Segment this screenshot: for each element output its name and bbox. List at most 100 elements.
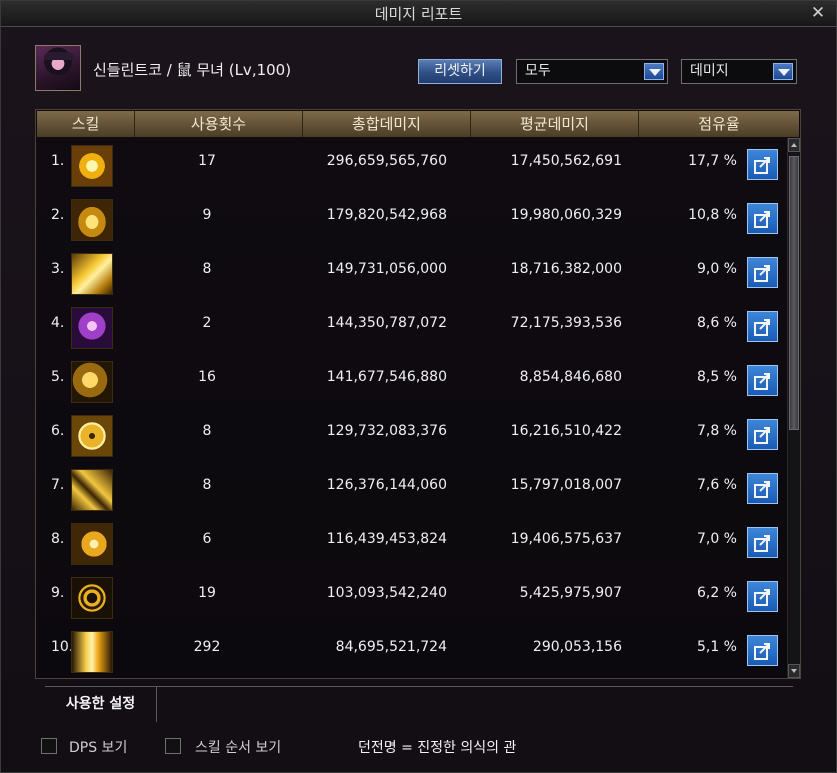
skill-wave-icon <box>71 199 113 241</box>
close-button[interactable]: ✕ <box>810 5 826 22</box>
average-damage-cell: 17,450,562,691 <box>510 153 622 169</box>
share-icon[interactable] <box>747 473 778 504</box>
title-bar[interactable]: 데미지 리포트 ✕ <box>1 1 836 27</box>
table-header: 스킬 사용횟수 총합데미지 평균데미지 점유율 <box>37 111 799 137</box>
total-damage-cell: 144,350,787,072 <box>326 315 447 331</box>
table-row: 9. 19 103,093,542,240 5,425,975,907 6,2 % <box>37 570 785 624</box>
table-row: 10. 292 84,695,521,724 290,053,156 5,1 % <box>37 624 785 678</box>
damage-table: 스킬 사용횟수 총합데미지 평균데미지 점유율 1. 17 296,659,565,… <box>35 109 801 679</box>
average-damage-cell: 16,216,510,422 <box>510 423 622 439</box>
share-cell: 7,0 % <box>696 531 737 547</box>
skill-beast-icon <box>71 523 113 565</box>
skill-cross-icon <box>71 469 113 511</box>
total-damage-cell: 129,732,083,376 <box>326 423 447 439</box>
total-damage-cell: 116,439,453,824 <box>326 531 447 547</box>
table-row: 1. 17 296,659,565,760 17,450,562,691 17,7 % <box>37 138 785 192</box>
skill-dragon-icon <box>71 361 113 403</box>
filter-dropdown[interactable]: 모두 <box>516 59 668 84</box>
use-count-cell: 8 <box>202 261 212 277</box>
share-icon[interactable] <box>747 257 778 288</box>
total-damage-cell: 149,731,056,000 <box>326 261 447 277</box>
header-count: 사용횟수 <box>135 111 303 137</box>
average-damage-cell: 290,053,156 <box>532 639 622 655</box>
share-cell: 7,6 % <box>696 477 737 493</box>
dungeon-name: 던전명 = 진정한 의식의 관 <box>358 740 517 756</box>
skill-spirit-icon <box>71 307 113 349</box>
character-header: 신들린트코 / 鼠 무녀 (Lv,100) 리셋하기 모두 데미지 <box>35 45 797 95</box>
use-count-cell: 8 <box>202 423 212 439</box>
share-icon[interactable] <box>747 581 778 612</box>
average-damage-cell: 8,854,846,680 <box>519 369 622 385</box>
table-row: 4. 2 144,350,787,072 72,175,393,536 8,6 % <box>37 300 785 354</box>
average-damage-cell: 19,980,060,329 <box>510 207 622 223</box>
skill-drum-icon <box>71 253 113 295</box>
use-count-cell: 2 <box>202 315 212 331</box>
skill-order-label: 스킬 순서 보기 <box>195 740 282 756</box>
skill-orb-icon <box>71 415 113 457</box>
use-count-cell: 6 <box>202 531 212 547</box>
filter-dropdown-value: 모두 <box>525 63 551 79</box>
share-icon[interactable] <box>747 419 778 450</box>
share-cell: 6,2 % <box>696 585 737 601</box>
used-settings-tab[interactable]: 사용한 설정 <box>45 687 157 722</box>
total-damage-cell: 103,093,542,240 <box>326 585 447 601</box>
skill-yinyang-icon <box>71 577 113 619</box>
metric-dropdown[interactable]: 데미지 <box>681 59 797 84</box>
skill-order-checkbox[interactable] <box>165 738 181 754</box>
use-count-cell: 8 <box>202 477 212 493</box>
total-damage-cell: 296,659,565,760 <box>326 153 447 169</box>
total-damage-cell: 84,695,521,724 <box>335 639 447 655</box>
header-average: 평균데미지 <box>471 111 639 137</box>
table-row: 6. 8 129,732,083,376 16,216,510,422 7,8 % <box>37 408 785 462</box>
window-title: 데미지 리포트 <box>374 5 463 23</box>
total-damage-cell: 126,376,144,060 <box>326 477 447 493</box>
total-damage-cell: 179,820,542,968 <box>326 207 447 223</box>
share-icon[interactable] <box>747 203 778 234</box>
average-damage-cell: 5,425,975,907 <box>519 585 622 601</box>
chevron-down-icon[interactable] <box>644 63 664 80</box>
average-damage-cell: 15,797,018,007 <box>510 477 622 493</box>
share-icon[interactable] <box>747 527 778 558</box>
share-cell: 7,8 % <box>696 423 737 439</box>
use-count-cell: 17 <box>198 153 216 169</box>
share-icon[interactable] <box>747 365 778 396</box>
table-row: 3. 8 149,731,056,000 18,716,382,000 9,0 % <box>37 246 785 300</box>
average-damage-cell: 19,406,575,637 <box>510 531 622 547</box>
scroll-up-button[interactable] <box>788 138 800 152</box>
share-icon[interactable] <box>747 635 778 666</box>
table-row: 8. 6 116,439,453,824 19,406,575,637 7,0 % <box>37 516 785 570</box>
share-cell: 8,6 % <box>696 315 737 331</box>
header-share: 점유율 <box>698 115 740 133</box>
use-count-cell: 9 <box>202 207 212 223</box>
skill-sun-icon <box>71 145 113 187</box>
share-icon[interactable] <box>747 311 778 342</box>
scroll-down-button[interactable] <box>788 664 800 678</box>
table-row: 5. 16 141,677,546,880 8,854,846,680 8,5 % <box>37 354 785 408</box>
use-count-cell: 19 <box>198 585 216 601</box>
average-damage-cell: 72,175,393,536 <box>510 315 622 331</box>
character-portrait <box>35 45 81 91</box>
share-cell: 8,5 % <box>696 369 737 385</box>
metric-dropdown-value: 데미지 <box>690 63 729 79</box>
share-cell: 9,0 % <box>696 261 737 277</box>
dps-checkbox[interactable] <box>41 738 57 754</box>
share-icon[interactable] <box>747 149 778 180</box>
header-total: 총합데미지 <box>303 111 471 137</box>
dps-label: DPS 보기 <box>69 740 128 756</box>
use-count-cell: 292 <box>193 639 221 655</box>
average-damage-cell: 18,716,382,000 <box>510 261 622 277</box>
reset-button[interactable]: 리셋하기 <box>418 59 502 84</box>
table-row: 2. 9 179,820,542,968 19,980,060,329 10,8 % <box>37 192 785 246</box>
share-cell: 10,8 % <box>688 207 737 223</box>
settings-bar: 사용한 설정 <box>45 686 793 722</box>
total-damage-cell: 141,677,546,880 <box>326 369 447 385</box>
table-row: 7. 8 126,376,144,060 15,797,018,007 7,6 % <box>37 462 785 516</box>
scrollbar[interactable] <box>787 138 800 678</box>
use-count-cell: 16 <box>198 369 216 385</box>
skill-dash-icon <box>71 631 113 673</box>
share-cell: 5,1 % <box>696 639 737 655</box>
share-cell: 17,7 % <box>688 153 737 169</box>
chevron-down-icon[interactable] <box>773 63 793 80</box>
scroll-thumb[interactable] <box>789 156 799 430</box>
header-skill: 스킬 <box>37 111 135 137</box>
